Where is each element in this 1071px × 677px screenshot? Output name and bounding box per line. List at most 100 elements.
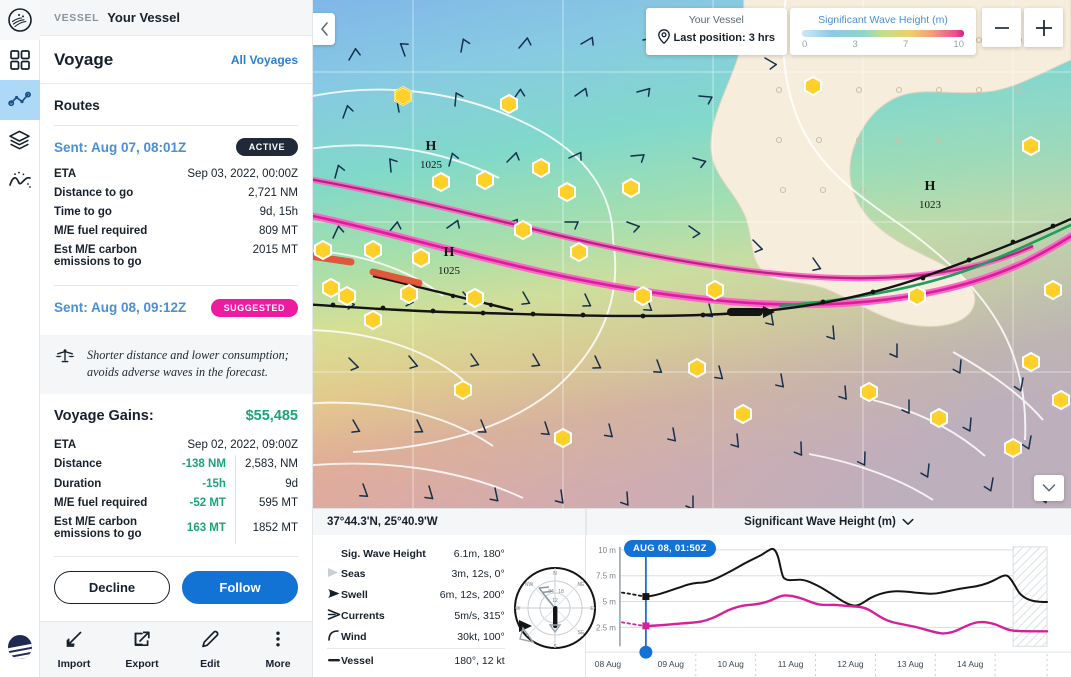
avatar-icon[interactable] bbox=[0, 627, 40, 667]
edit-button[interactable]: Edit bbox=[176, 629, 244, 670]
minus-icon bbox=[994, 26, 1009, 29]
svg-text:10 m: 10 m bbox=[598, 546, 616, 555]
map-top-controls: Your Vessel Last position: 3 hrs Signifi… bbox=[645, 8, 1063, 55]
route-card-suggested[interactable]: Sent: Aug 08, 09:12Z SUGGESTED bbox=[40, 286, 312, 321]
sidebar-item-layers[interactable] bbox=[0, 120, 40, 160]
swell-arrow-icon bbox=[327, 585, 341, 606]
vessel-kicker: VESSEL bbox=[54, 11, 100, 24]
svg-text:14 Aug: 14 Aug bbox=[957, 659, 984, 669]
sidebar-item-dashboard[interactable] bbox=[0, 40, 40, 80]
panel-collapse-button[interactable] bbox=[313, 13, 335, 45]
route-sent-label: Sent: Aug 07, 08:01Z bbox=[54, 139, 187, 155]
chart-marker-active bbox=[642, 593, 650, 601]
layers-icon bbox=[9, 130, 30, 149]
table-row: Sig. Wave Height 6.1m, 180° bbox=[327, 545, 505, 564]
zoom-in-button[interactable] bbox=[1024, 8, 1063, 47]
chevron-down-icon[interactable] bbox=[902, 513, 914, 531]
cta-row: Decline Follow bbox=[40, 557, 312, 618]
row-value: 809 MT bbox=[259, 224, 298, 237]
row-value: 1852 MT bbox=[252, 521, 298, 534]
zoom-controls bbox=[982, 8, 1063, 55]
svg-text:12: 12 bbox=[552, 598, 558, 604]
svg-text:1025: 1025 bbox=[438, 265, 461, 277]
voyage-gains-label: Voyage Gains: bbox=[54, 407, 154, 424]
table-row: Distance -138 NM 2,583, NM bbox=[40, 454, 312, 474]
bottom-dock: 37°44.3'N, 25°40.9'W Sig. Wave Height 6.… bbox=[313, 508, 1071, 677]
follow-button[interactable]: Follow bbox=[182, 570, 298, 604]
active-route-table: ETA Sep 03, 2022, 00:00Z Distance to go … bbox=[54, 165, 298, 271]
decline-button[interactable]: Decline bbox=[54, 570, 170, 604]
import-button[interactable]: Import bbox=[40, 629, 108, 670]
vessel-bar-icon bbox=[327, 648, 341, 671]
svg-text:H: H bbox=[925, 179, 936, 194]
vessel-card-title: Your Vessel bbox=[688, 14, 744, 26]
legend-ticks: 0 3 7 10 bbox=[802, 39, 964, 50]
vessel-info-card[interactable]: Your Vessel Last position: 3 hrs bbox=[645, 8, 787, 55]
chart-x-dividers bbox=[695, 654, 1048, 677]
wave-height-legend: Significant Wave Height (m) 0 3 7 10 bbox=[790, 8, 976, 55]
import-arrow-icon bbox=[64, 629, 84, 654]
row-value: Sep 02, 2022, 09:00Z bbox=[187, 439, 298, 452]
chart-marker-suggested bbox=[642, 622, 650, 630]
svg-text:W: W bbox=[515, 606, 520, 612]
all-voyages-link[interactable]: All Voyages bbox=[231, 53, 298, 67]
chart-plot-area[interactable]: AUG 08, 01:50Z 10 m 7.5 m 5 m 2.5 m 08 A… bbox=[586, 535, 1071, 677]
status-badge: ACTIVE bbox=[235, 138, 298, 156]
suggestion-note: Shorter distance and lower consumption; … bbox=[40, 334, 312, 394]
chart-title: Significant Wave Height (m) bbox=[744, 516, 896, 528]
svg-text:NE: NE bbox=[577, 582, 585, 588]
conditions-table: Sig. Wave Height 6.1m, 180° Seas 3m, 12s… bbox=[327, 545, 505, 671]
svg-text:08 Aug: 08 Aug bbox=[595, 659, 622, 669]
row-key: ETA bbox=[54, 168, 77, 181]
table-row: ETA Sep 03, 2022, 00:00Z bbox=[54, 165, 298, 184]
svg-text:2.5 m: 2.5 m bbox=[596, 623, 616, 632]
weather-map[interactable]: H 1025 H 1025 H 1023 Your Vessel Last po… bbox=[313, 0, 1071, 508]
chart-header[interactable]: Significant Wave Height (m) bbox=[586, 509, 1071, 535]
globe-logo-icon[interactable] bbox=[0, 0, 40, 40]
wave-chart-icon bbox=[8, 171, 31, 188]
more-button[interactable]: More bbox=[244, 629, 312, 670]
map-collapse-button[interactable] bbox=[1034, 475, 1064, 501]
scales-balance-icon bbox=[54, 347, 76, 372]
series-active-leadin bbox=[621, 591, 647, 598]
more-dots-icon bbox=[268, 629, 288, 654]
row-value: Sep 03, 2022, 00:00Z bbox=[187, 168, 298, 181]
svg-text:13 Aug: 13 Aug bbox=[897, 659, 924, 669]
row-key: Currents bbox=[341, 610, 385, 623]
sidebar-item-weather[interactable] bbox=[0, 160, 40, 200]
table-row: Seas 3m, 12s, 0° bbox=[327, 564, 505, 585]
table-row: Wind 30kt, 100° bbox=[327, 627, 505, 649]
zoom-out-button[interactable] bbox=[982, 8, 1021, 47]
export-button[interactable]: Export bbox=[108, 629, 176, 670]
chart-x-ticks: 08 Aug 09 Aug 10 Aug 11 Aug 12 Aug 13 Au… bbox=[595, 659, 984, 669]
bottom-toolbar: Import Export Edit More bbox=[40, 621, 312, 677]
legend-title: Significant Wave Height (m) bbox=[818, 14, 948, 26]
svg-text:12 Aug: 12 Aug bbox=[837, 659, 864, 669]
route-header: Sent: Aug 08, 09:12Z SUGGESTED bbox=[54, 298, 298, 317]
row-key: Vessel bbox=[341, 648, 440, 671]
chart-y-ticks: 10 m 7.5 m 5 m 2.5 m bbox=[596, 546, 616, 632]
table-row: Est M/E carbon emissions to go 2015 MT bbox=[54, 240, 298, 271]
chart-marker-tooltip: AUG 08, 01:50Z bbox=[624, 540, 716, 557]
sidebar-item-routes[interactable] bbox=[0, 80, 40, 120]
table-row: Duration -15h 9d bbox=[40, 473, 312, 494]
row-value: 595 MT bbox=[259, 496, 298, 509]
status-badge: SUGGESTED bbox=[210, 298, 298, 317]
coordinates-label: 37°44.3'N, 25°40.9'W bbox=[313, 509, 585, 535]
row-key: Seas bbox=[341, 568, 366, 581]
table-row: ETA Sep 02, 2022, 09:00Z bbox=[40, 436, 312, 455]
table-row: Currents 5m/s, 315° bbox=[327, 606, 505, 627]
svg-text:18: 18 bbox=[558, 589, 564, 595]
row-key: ETA bbox=[54, 439, 77, 452]
row-icon bbox=[327, 545, 341, 564]
series-suggested-leadin bbox=[621, 621, 647, 627]
svg-text:NW: NW bbox=[525, 582, 534, 588]
row-key: Duration bbox=[54, 477, 102, 490]
route-card-active[interactable]: Sent: Aug 07, 08:01Z ACTIVE ETA Sep 03, … bbox=[40, 126, 312, 275]
svg-text:09 Aug: 09 Aug bbox=[658, 659, 685, 669]
vessel-bar: VESSEL Your Vessel bbox=[40, 0, 312, 36]
row-key: Sig. Wave Height bbox=[341, 548, 426, 561]
voyage-gains-value: $55,485 bbox=[245, 407, 298, 424]
conditions-body: Sig. Wave Height 6.1m, 180° Seas 3m, 12s… bbox=[313, 535, 596, 677]
row-value: 2,583, NM bbox=[244, 458, 298, 471]
